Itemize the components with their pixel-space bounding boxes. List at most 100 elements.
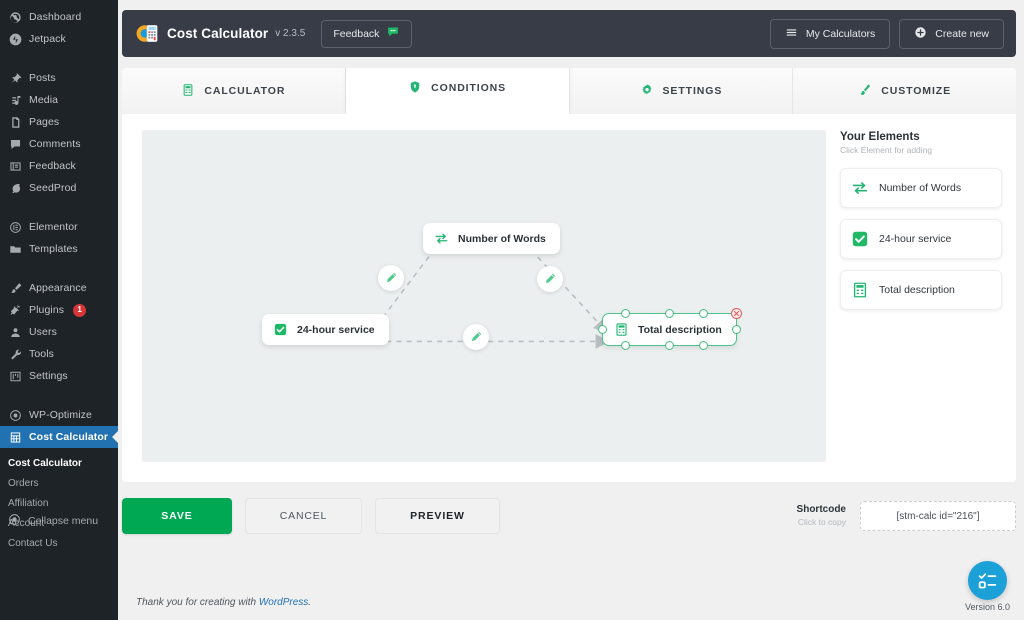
node-handle-middle-left[interactable] [598, 325, 607, 334]
shortcode-value[interactable]: [stm-calc id="216"] [860, 501, 1016, 531]
sidebar-item-seedprod[interactable]: SeedProd [0, 177, 118, 199]
sidebar-item-label: Dashboard [29, 11, 82, 23]
sidebar-item-templates[interactable]: Templates [0, 238, 118, 260]
wp-footer-credit: Thank you for creating with WordPress. [136, 597, 311, 608]
main-content: Cost Calculator v 2.3.5 Feedback My Calc… [118, 0, 1024, 620]
checklist-icon[interactable] [967, 561, 1007, 600]
optimize-icon [8, 408, 22, 422]
sidebar-item-settings[interactable]: Settings [0, 365, 118, 387]
settings-icon [8, 369, 22, 383]
jetpack-icon [8, 32, 22, 46]
node-handle-top-center[interactable] [664, 309, 674, 318]
collapse-icon [8, 513, 21, 529]
tab-conditions[interactable]: CONDITIONS [345, 68, 570, 114]
swap-arrows-icon [851, 179, 869, 197]
flow-node-total-description[interactable]: Total description [598, 308, 742, 350]
close-icon[interactable] [730, 308, 742, 319]
dashboard-icon [8, 10, 22, 24]
sidebar-item-label: Users [29, 326, 57, 338]
sidebar-item-wp-optimize[interactable]: WP-Optimize [0, 404, 118, 426]
conditions-canvas[interactable]: Number of Words 24-hour service Total de… [142, 130, 826, 462]
cost-calculator-logo-icon [136, 22, 159, 45]
sidebar-item-jetpack[interactable]: Jetpack [0, 28, 118, 50]
tab-settings[interactable]: SETTINGS [569, 68, 794, 114]
element-card-label: 24-hour service [879, 232, 952, 245]
pin-icon [8, 71, 22, 85]
sidebar-group: Appearance Plugins 1 Users Tools Setting… [0, 273, 118, 391]
sidebar-group: Posts Media Pages Comments Feedback Seed… [0, 63, 118, 203]
sidebar-subitem-contact-us[interactable]: Contact Us [0, 534, 118, 554]
cancel-button[interactable]: CANCEL [245, 498, 362, 534]
your-elements-subtitle: Click Element for adding [840, 145, 933, 155]
app-header: Cost Calculator v 2.3.5 Feedback My Calc… [122, 10, 1016, 57]
sidebar-item-appearance[interactable]: Appearance [0, 277, 118, 299]
element-card-total-description[interactable]: Total description [840, 270, 1002, 310]
edge-edit-button[interactable] [378, 265, 404, 291]
collapse-menu-button[interactable]: Collapse menu [0, 510, 118, 532]
node-handle-bottom-left[interactable] [621, 341, 630, 350]
node-handle-middle-right[interactable] [731, 325, 741, 334]
sidebar-divider [0, 391, 118, 400]
plugins-icon [8, 303, 22, 317]
plus-circle-icon [914, 26, 927, 42]
node-handle-bottom-right[interactable] [698, 341, 708, 350]
node-handle-top-right[interactable] [698, 309, 708, 318]
swap-arrows-icon [434, 231, 449, 246]
calculator-icon [851, 281, 869, 299]
feedback-button[interactable]: Feedback [321, 19, 413, 48]
sidebar-item-comments[interactable]: Comments [0, 133, 118, 155]
element-card-24-hour-service[interactable]: 24-hour service [840, 219, 1002, 259]
node-handle-top-left[interactable] [621, 309, 630, 318]
version-badge[interactable]: Version 6.0 [965, 561, 1010, 612]
app-screen: Dashboard Jetpack Posts Media Pages Comm… [0, 0, 1024, 620]
sidebar-item-label: Elementor [29, 221, 78, 233]
element-card-label: Total description [879, 283, 955, 296]
sidebar-item-label: Settings [29, 370, 68, 382]
preview-button[interactable]: PREVIEW [375, 498, 500, 534]
sidebar-subitem-cost-calculator[interactable]: Cost Calculator [0, 454, 118, 474]
sidebar-item-label: Templates [29, 243, 78, 255]
flow-node-number-of-words[interactable]: Number of Words [423, 223, 560, 254]
flow-node-label: 24-hour service [297, 323, 375, 336]
edge-edit-button[interactable] [537, 266, 563, 292]
calculator-icon [614, 322, 629, 337]
sidebar-item-posts[interactable]: Posts [0, 67, 118, 89]
tab-customize[interactable]: CUSTOMIZE [793, 68, 1016, 114]
sidebar-item-tools[interactable]: Tools [0, 343, 118, 365]
app-title: Cost Calculator [167, 26, 269, 41]
create-new-button[interactable]: Create new [899, 18, 1004, 49]
sidebar-item-media[interactable]: Media [0, 89, 118, 111]
save-button[interactable]: SAVE [122, 498, 232, 534]
sidebar-item-label: WP-Optimize [29, 409, 92, 421]
edge-edit-button[interactable] [463, 324, 489, 350]
wp-admin-sidebar: Dashboard Jetpack Posts Media Pages Comm… [0, 0, 118, 620]
brush-icon [8, 281, 22, 295]
footer-text-after: . [308, 597, 312, 608]
wrench-icon [8, 347, 22, 361]
sidebar-submenu: Cost Calculator Orders Affiliation Accou… [0, 452, 118, 560]
node-handle-bottom-center[interactable] [664, 341, 674, 350]
sidebar-item-pages[interactable]: Pages [0, 111, 118, 133]
element-card-number-of-words[interactable]: Number of Words [840, 168, 1002, 208]
comments-icon [8, 137, 22, 151]
tab-label: SETTINGS [662, 85, 723, 97]
sidebar-item-dashboard[interactable]: Dashboard [0, 6, 118, 28]
sidebar-group: Dashboard Jetpack [0, 2, 118, 54]
pencil-icon [546, 273, 556, 283]
sidebar-item-elementor[interactable]: Elementor [0, 216, 118, 238]
sidebar-item-label: Tools [29, 348, 55, 360]
flow-node-24-hour-service[interactable]: 24-hour service [262, 314, 389, 345]
sidebar-item-plugins[interactable]: Plugins 1 [0, 299, 118, 321]
wordpress-link[interactable]: WordPress [259, 597, 308, 608]
hamburger-icon [785, 26, 798, 42]
plugins-update-badge: 1 [73, 303, 87, 317]
sidebar-subitem-orders[interactable]: Orders [0, 474, 118, 494]
header-actions: My Calculators Create new [769, 18, 1004, 49]
sidebar-item-feedback[interactable]: Feedback [0, 155, 118, 177]
sidebar-item-cost-calculator[interactable]: Cost Calculator [0, 426, 118, 448]
sidebar-item-users[interactable]: Users [0, 321, 118, 343]
sidebar-divider [0, 54, 118, 63]
tab-calculator[interactable]: CALCULATOR [122, 68, 346, 114]
sidebar-item-label: SeedProd [29, 182, 77, 194]
my-calculators-button[interactable]: My Calculators [769, 18, 891, 49]
